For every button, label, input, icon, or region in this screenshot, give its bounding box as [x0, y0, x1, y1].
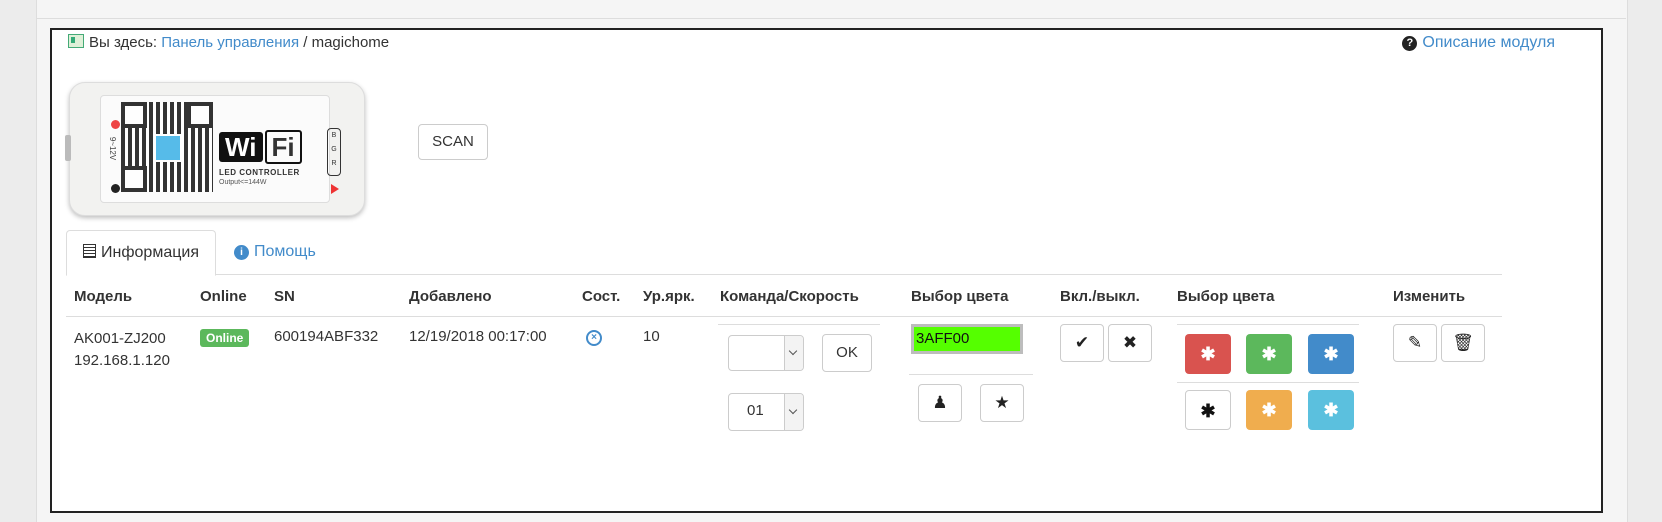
- breadcrumb-current: magichome: [311, 34, 390, 51]
- breadcrumb-prefix: Вы здесь:: [89, 34, 158, 51]
- device-red-dot: [111, 120, 120, 129]
- header-added: Добавлено: [409, 288, 492, 305]
- header-divider: [66, 316, 1502, 317]
- cell-brightness: 10: [643, 328, 660, 345]
- divider: [1177, 324, 1359, 325]
- qr-code: [121, 102, 213, 192]
- close-icon: ✖: [1122, 333, 1138, 352]
- pencil-icon: ✎: [1407, 333, 1423, 352]
- divider: [1177, 382, 1359, 383]
- asterisk-icon: ✱: [1261, 400, 1277, 420]
- turn-on-button[interactable]: ✔: [1060, 324, 1104, 362]
- asterisk-icon: ✱: [1261, 344, 1277, 364]
- model-ip: 192.168.1.120: [74, 352, 170, 369]
- tab-information[interactable]: Информация: [66, 230, 216, 276]
- device-black-dot: [111, 184, 120, 193]
- color-button-orange[interactable]: ✱: [1246, 390, 1292, 430]
- question-circle-icon: ?: [1402, 36, 1418, 51]
- times-circle-icon[interactable]: ×: [586, 330, 602, 346]
- header-online: Online: [200, 288, 247, 305]
- device-subtitle: LED CONTROLLER: [219, 168, 300, 177]
- info-circle-icon: i: [234, 245, 249, 260]
- color-button-green[interactable]: ✱: [1246, 334, 1292, 374]
- color-button-cyan[interactable]: ✱: [1308, 390, 1354, 430]
- user-button[interactable]: ♟: [918, 384, 962, 422]
- user-icon: ♟: [932, 393, 948, 412]
- header-color-pick: Выбор цвета: [911, 288, 1009, 305]
- check-icon: ✔: [1074, 333, 1090, 352]
- color-input[interactable]: 3AFF00: [911, 324, 1023, 354]
- tab-information-label: Информация: [101, 244, 199, 261]
- device-arrow-icon: [331, 184, 339, 194]
- scan-button[interactable]: SCAN: [418, 124, 488, 160]
- module-description-label[interactable]: Описание модуля: [1422, 34, 1555, 51]
- device-image: 9~12V Wi Fi LED CONTROLLER Output<=144W B…: [65, 82, 365, 216]
- asterisk-icon: ✱: [1323, 400, 1339, 420]
- model-name: AK001-ZJ200: [74, 330, 166, 347]
- header-sn: SN: [274, 288, 295, 305]
- module-panel: Вы здесь: Панель управления / magichome …: [50, 28, 1603, 513]
- speed-select[interactable]: 01: [728, 393, 804, 431]
- header-command-speed: Команда/Скорость: [720, 288, 859, 305]
- breadcrumb: Вы здесь: Панель управления / magichome: [68, 34, 389, 51]
- header-color-preset: Выбор цвета: [1177, 288, 1275, 305]
- list-icon: [83, 244, 97, 258]
- divider: [909, 374, 1033, 375]
- tab-help-label: Помощь: [254, 243, 316, 260]
- asterisk-icon: ✱: [1200, 344, 1216, 364]
- favorite-button[interactable]: ★: [980, 384, 1024, 422]
- color-button-white[interactable]: ✱: [1185, 390, 1231, 430]
- header-brightness: Ур.ярк.: [643, 288, 695, 305]
- asterisk-icon: ✱: [1323, 344, 1339, 364]
- module-description-link[interactable]: ? Описание модуля: [1402, 34, 1555, 52]
- chevron-down-icon: [784, 394, 803, 430]
- online-badge: Online: [200, 329, 250, 347]
- turn-off-button[interactable]: ✖: [1108, 324, 1152, 362]
- trash-icon: 🗑: [1452, 333, 1474, 352]
- device-channels: BGR: [327, 128, 341, 176]
- cell-model: AK001-ZJ200 192.168.1.120: [74, 328, 170, 372]
- speed-select-value: 01: [747, 402, 764, 419]
- header-edit: Изменить: [1393, 288, 1466, 305]
- ok-button[interactable]: OK: [822, 334, 872, 372]
- tab-divider: [66, 274, 1502, 275]
- cell-sn: 600194ABF332: [274, 328, 379, 345]
- star-icon: ★: [994, 393, 1010, 412]
- device-voltage: 9~12V: [108, 136, 118, 161]
- delete-button[interactable]: 🗑: [1441, 324, 1485, 362]
- header-on-off: Вкл./выкл.: [1060, 288, 1140, 305]
- wifi-logo: Wi Fi: [219, 130, 302, 164]
- device-output: Output<=144W: [219, 179, 267, 186]
- app-logo-icon: [154, 134, 182, 162]
- device-plug: [65, 135, 71, 161]
- color-button-blue[interactable]: ✱: [1308, 334, 1354, 374]
- divider: [718, 324, 880, 325]
- breadcrumb-link-control-panel[interactable]: Панель управления: [161, 34, 299, 51]
- device-face: 9~12V Wi Fi LED CONTROLLER Output<=144W B…: [100, 95, 341, 203]
- command-select[interactable]: [728, 335, 804, 371]
- breadcrumb-separator: /: [303, 34, 308, 51]
- chevron-down-icon: [784, 336, 803, 370]
- cell-added: 12/19/2018 00:17:00: [409, 328, 547, 345]
- header-state: Сост.: [582, 288, 621, 305]
- module-icon: [68, 34, 84, 48]
- asterisk-icon: ✱: [1200, 401, 1216, 421]
- color-button-red[interactable]: ✱: [1185, 334, 1231, 374]
- header-model: Модель: [74, 288, 133, 305]
- tab-help[interactable]: i Помощь: [234, 230, 316, 274]
- edit-button[interactable]: ✎: [1393, 324, 1437, 362]
- divider: [36, 18, 1626, 19]
